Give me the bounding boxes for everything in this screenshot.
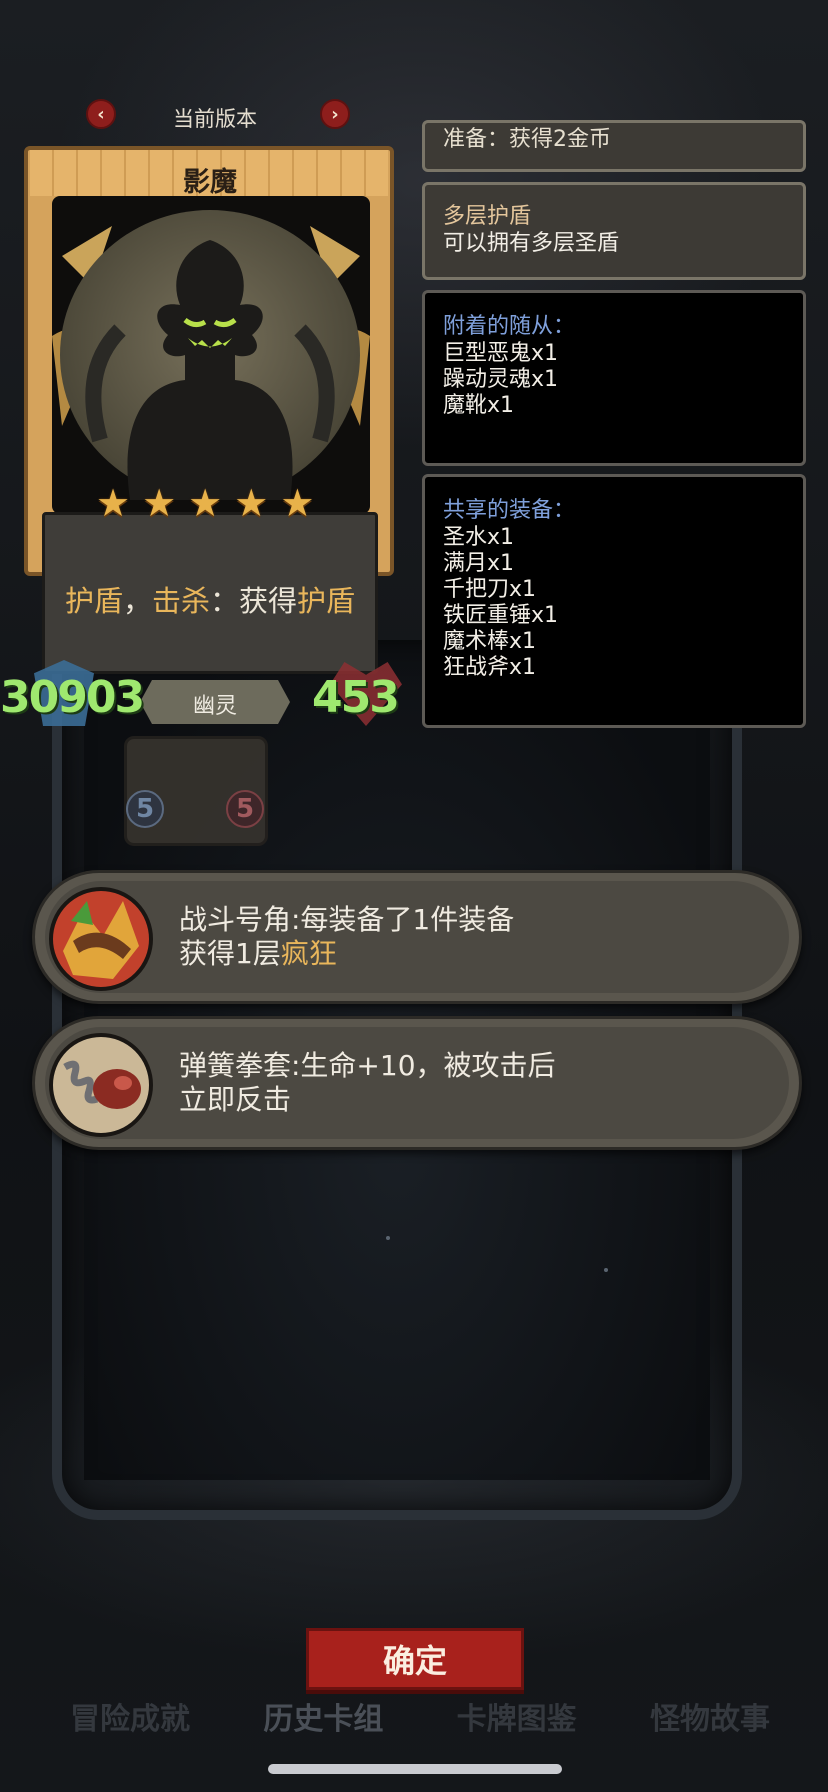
spring-glove-art (63, 1060, 141, 1109)
spring-glove-icon (49, 1033, 153, 1137)
equipment-item: 狂战斧x1 (443, 655, 537, 680)
confirm-button[interactable]: 确定 (306, 1628, 524, 1690)
demon-figure (85, 240, 335, 500)
prev-version-button[interactable]: ‹ (86, 99, 116, 129)
equipment-item: 千把刀x1 (443, 577, 537, 602)
keyword-frenzy: 疯狂 (280, 937, 337, 970)
relic-row[interactable]: 弹簧拳套:生命+10，被攻击后 立即反击 (32, 1016, 802, 1150)
tab-history-decks[interactable]: 历史卡组 (263, 1694, 383, 1744)
minion-item: 魔靴x1 (443, 393, 515, 418)
bottom-tabs: 冒险成就 历史卡组 卡牌图鉴 怪物故事 (70, 1694, 770, 1744)
chevron-left-icon: ‹ (97, 103, 105, 125)
portrait-medallion (60, 210, 360, 500)
keyword-shield: 护盾 (64, 584, 123, 618)
health-value: 453 (312, 672, 400, 723)
relic-line: 获得1层疯狂 (179, 937, 514, 971)
star-icon: ★ (142, 481, 177, 525)
keyword-shield: 护盾 (297, 584, 356, 618)
multi-shield-title: 多层护盾 (443, 204, 532, 229)
relic-text: 战斗号角:每装备了1件装备 获得1层疯狂 (179, 903, 514, 971)
panel-shared-equipment: 共享的装备： 圣水x1 满月x1 千把刀x1 铁匠重锤x1 魔术棒x1 狂战斧x… (422, 474, 806, 728)
prep-line: 准备：获得2金币 (443, 127, 611, 152)
multi-shield-line: 可以拥有多层圣盾 (443, 231, 620, 256)
mini-card-health: 5 (226, 790, 264, 828)
next-version-button[interactable]: › (320, 99, 350, 129)
desc-text: ：获得 (210, 584, 298, 618)
relic-row[interactable]: 战斗号角:每装备了1件装备 获得1层疯狂 (32, 870, 802, 1004)
relic-line: 立即反击 (179, 1083, 292, 1116)
star-icon: ★ (96, 481, 131, 525)
card-description: 护盾，击杀：获得护盾 (42, 578, 378, 620)
race-label: 幽灵 (192, 694, 237, 719)
desc-text: ， (122, 584, 152, 618)
minion-item: 巨型恶鬼x1 (443, 341, 559, 366)
keyword-kill: 击杀 (151, 584, 210, 618)
chevron-right-icon: › (331, 103, 339, 125)
minions-title: 附着的随从： (443, 314, 576, 339)
sparkle (604, 1268, 608, 1272)
relic-text: 弹簧拳套:生命+10，被攻击后 立即反击 (179, 1049, 556, 1117)
war-horn-art (63, 901, 139, 979)
equipment-item: 圣水x1 (443, 525, 515, 550)
relic-line: 战斗号角:每装备了1件装备 (179, 903, 515, 936)
equipment-title: 共享的装备： (443, 498, 576, 523)
war-horn-icon (49, 887, 153, 991)
equipment-item: 满月x1 (443, 551, 515, 576)
tab-card-compendium[interactable]: 卡牌图鉴 (457, 1694, 577, 1744)
minion-item: 躁动灵魂x1 (443, 367, 559, 392)
mini-card-attack: 5 (126, 790, 164, 828)
relic-line: 弹簧拳套:生命+10，被攻击后 (179, 1049, 556, 1082)
star-rating: ★ ★ ★ ★ ★ (96, 484, 314, 522)
attack-value: 30903 (0, 672, 145, 723)
equipment-item: 魔术棒x1 (443, 629, 537, 654)
star-icon: ★ (280, 481, 315, 525)
version-label: 当前版本 (173, 107, 257, 131)
panel-prep: 准备：获得2金币 (422, 120, 806, 172)
relic-text-part: 获得1层 (179, 937, 281, 970)
home-indicator[interactable] (268, 1764, 562, 1774)
panel-attached-minions: 附着的随从： 巨型恶鬼x1 躁动灵魂x1 魔靴x1 (422, 290, 806, 466)
tab-adventure-achievements[interactable]: 冒险成就 (70, 1694, 190, 1744)
equipment-item: 铁匠重锤x1 (443, 603, 559, 628)
panel-multi-shield: 多层护盾 可以拥有多层圣盾 (422, 182, 806, 280)
card-name: 影魔 (183, 167, 237, 198)
tab-monster-stories[interactable]: 怪物故事 (650, 1694, 770, 1744)
star-icon: ★ (188, 481, 223, 525)
sparkle (386, 1236, 390, 1240)
star-icon: ★ (234, 481, 269, 525)
